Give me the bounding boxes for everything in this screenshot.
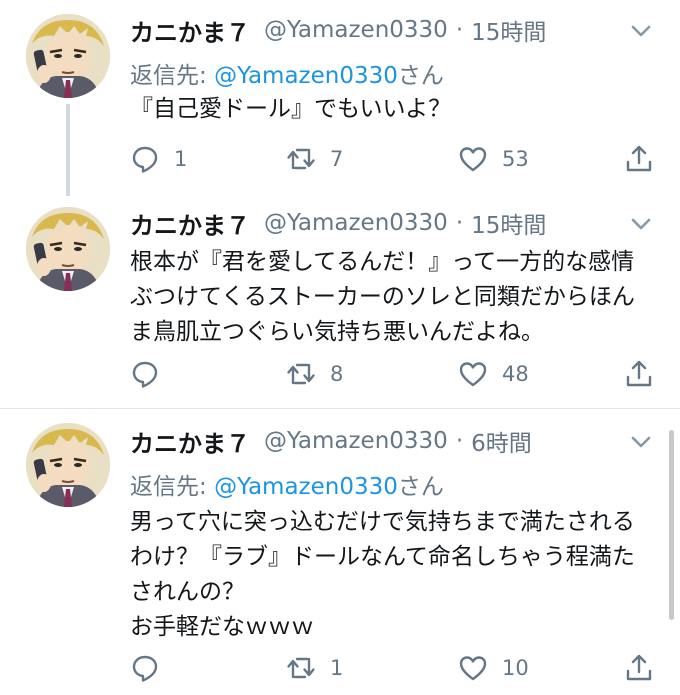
retweet-icon	[286, 653, 316, 683]
tweet-text-line: 男って穴に突っ込むだけで気持ちまで満たされる	[130, 509, 635, 535]
separator-dot: ·	[455, 210, 464, 236]
replying-prefix: 返信先:	[130, 63, 215, 89]
tweet[interactable]: カニかま７ @Yamazen0330 · 15時間 根本が『君を愛してるんだ！』…	[0, 205, 680, 408]
timestamp[interactable]: 15時間	[471, 13, 546, 47]
tweet-actions: 1 10	[130, 651, 660, 685]
user-handle[interactable]: @Yamazen0330	[264, 17, 448, 43]
tweet-text-line: ぶつけてくるストーカーのソレと同類だからほん	[130, 284, 635, 310]
reply-icon	[130, 359, 160, 389]
tweet-text: 男って穴に突っ込むだけで気持ちまで満たされる わけ？『ラブ』ドールなんて命名しち…	[130, 505, 660, 645]
retweet-count: 1	[330, 656, 344, 680]
timestamp[interactable]: 6時間	[471, 424, 532, 458]
replying-suffix: さん	[397, 63, 444, 89]
share-button[interactable]	[624, 357, 654, 391]
tweet-header: カニかま７ @Yamazen0330 · 15時間	[130, 205, 546, 241]
tweet-text-line: わけ？『ラブ』ドールなんて命名しちゃう程満た	[130, 544, 635, 570]
chevron-down-icon[interactable]	[628, 429, 654, 455]
tweet-text-line: お手軽だなｗｗｗ	[130, 614, 314, 640]
like-count: 10	[502, 656, 529, 680]
tweet-actions: 8 48	[130, 357, 660, 391]
chevron-down-icon[interactable]	[628, 18, 654, 44]
reply-icon	[130, 144, 160, 174]
like-button[interactable]: 48	[458, 357, 529, 391]
reply-button[interactable]	[130, 651, 174, 685]
chevron-down-icon[interactable]	[628, 211, 654, 237]
display-name[interactable]: カニかま７	[130, 424, 250, 459]
reply-button[interactable]	[130, 357, 174, 391]
reply-icon	[130, 653, 160, 683]
replying-to: 返信先: @Yamazen0330さん	[130, 56, 444, 90]
tweet-text-line: 根本が『君を愛してるんだ！』って一方的な感情	[130, 249, 635, 275]
retweet-button[interactable]: 7	[286, 142, 343, 176]
like-button[interactable]: 10	[458, 651, 529, 685]
avatar[interactable]	[26, 14, 110, 98]
avatar[interactable]	[26, 207, 110, 291]
display-name[interactable]: カニかま７	[130, 206, 250, 241]
retweet-icon	[286, 144, 316, 174]
tweet-header: カニかま７ @Yamazen0330 · 15時間	[130, 12, 546, 48]
avatar[interactable]	[26, 423, 110, 507]
share-button[interactable]	[624, 142, 654, 176]
replying-suffix: さん	[397, 474, 444, 500]
user-handle[interactable]: @Yamazen0330	[264, 210, 448, 236]
heart-icon	[458, 144, 488, 174]
timestamp[interactable]: 15時間	[471, 206, 546, 240]
like-button[interactable]: 53	[458, 142, 529, 176]
mention-link[interactable]: @Yamazen0330	[214, 63, 398, 89]
reply-count: 1	[174, 147, 188, 171]
retweet-icon	[286, 359, 316, 389]
separator-dot: ·	[455, 17, 464, 43]
share-icon	[624, 359, 654, 389]
like-count: 53	[502, 147, 529, 171]
tweet-header: カニかま７ @Yamazen0330 · 6時間	[130, 423, 532, 459]
separator-dot: ·	[455, 428, 464, 454]
retweet-button[interactable]: 8	[286, 357, 343, 391]
tweet-actions: 1 7 53	[130, 142, 660, 176]
heart-icon	[458, 653, 488, 683]
tweet-text-line: ま鳥肌立つぐらい気持ち悪いんだよね。	[130, 319, 544, 345]
replying-to: 返信先: @Yamazen0330さん	[130, 467, 444, 501]
mention-link[interactable]: @Yamazen0330	[214, 474, 398, 500]
tweet-text: 根本が『君を愛してるんだ！』って一方的な感情 ぶつけてくるストーカーのソレと同類…	[130, 245, 660, 350]
tweet-text: 『自己愛ドール』でもいいよ？	[130, 92, 660, 127]
user-handle[interactable]: @Yamazen0330	[264, 428, 448, 454]
share-icon	[624, 653, 654, 683]
retweet-count: 7	[330, 147, 344, 171]
like-count: 48	[502, 362, 529, 386]
share-button[interactable]	[624, 651, 654, 685]
tweet-text-line: 『自己愛ドール』でもいいよ？	[130, 96, 452, 122]
retweet-count: 8	[330, 362, 344, 386]
reply-button[interactable]: 1	[130, 142, 187, 176]
retweet-button[interactable]: 1	[286, 651, 343, 685]
replying-prefix: 返信先:	[130, 474, 215, 500]
tweet[interactable]: カニかま７ @Yamazen0330 · 6時間 返信先: @Yamazen03…	[0, 409, 680, 695]
scrollbar[interactable]	[669, 430, 674, 620]
tweet-text-line: されんの？	[130, 579, 245, 605]
tweet[interactable]: カニかま７ @Yamazen0330 · 15時間 返信先: @Yamazen0…	[0, 0, 680, 205]
display-name[interactable]: カニかま７	[130, 13, 250, 48]
share-icon	[624, 144, 654, 174]
heart-icon	[458, 359, 488, 389]
